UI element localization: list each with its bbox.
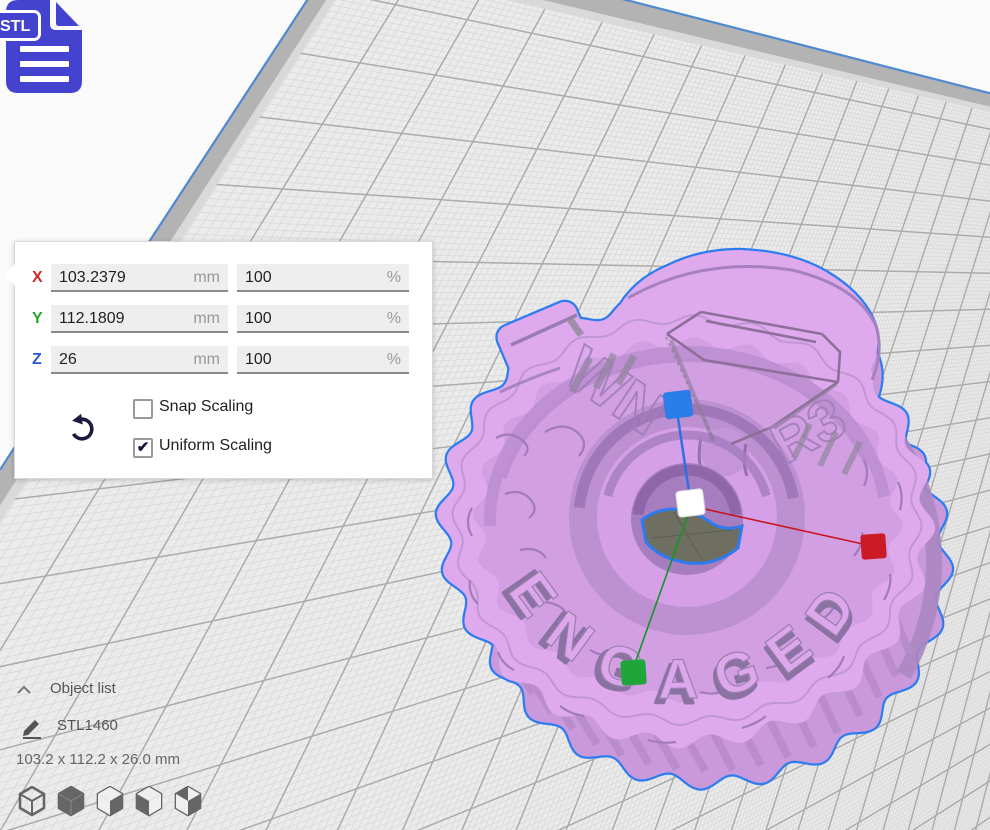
svg-text:STL: STL	[0, 18, 30, 35]
